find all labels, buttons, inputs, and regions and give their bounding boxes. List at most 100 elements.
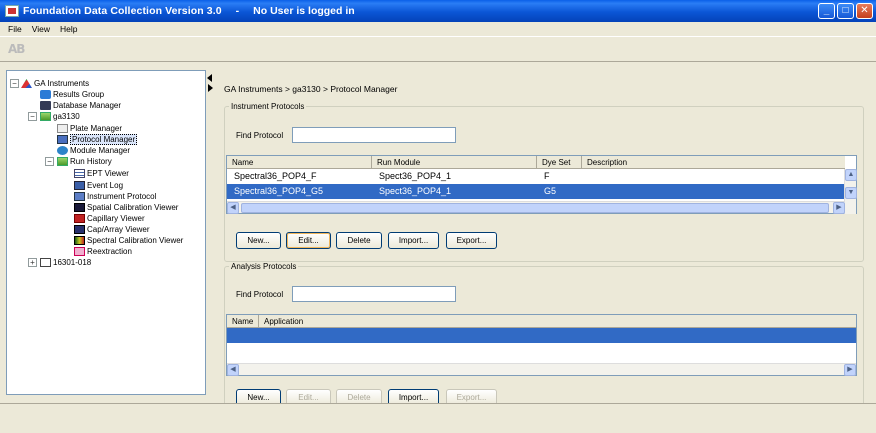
- horizontal-scrollbar[interactable]: ◀ ▶: [227, 363, 856, 376]
- minimize-icon[interactable]: _: [818, 3, 835, 19]
- tree-item-ga3130[interactable]: ga3130: [40, 111, 80, 122]
- status-bar: [0, 403, 876, 433]
- breadcrumb: GA Instruments > ga3130 > Protocol Manag…: [224, 84, 398, 94]
- tree-label: Capillary Viewer: [87, 214, 145, 223]
- tree-item-results-group[interactable]: Results Group: [40, 89, 104, 100]
- cap-array-viewer-icon: [74, 225, 85, 234]
- tree-item-reextraction[interactable]: Reextraction: [74, 246, 132, 257]
- analysis-protocols-table[interactable]: Name Application ◀ ▶: [226, 314, 857, 376]
- tree-label: Reextraction: [87, 247, 132, 256]
- tree-item-plate-manager[interactable]: Plate Manager: [57, 123, 122, 134]
- tree-item-spectral-calibration-viewer[interactable]: Spectral Calibration Viewer: [74, 235, 183, 246]
- table-row-selected[interactable]: [227, 328, 856, 343]
- scroll-down-icon[interactable]: ▼: [845, 187, 857, 199]
- analysis-find-protocol-input[interactable]: [292, 286, 456, 302]
- tree-item-spatial-calibration-viewer[interactable]: Spatial Calibration Viewer: [74, 202, 178, 213]
- column-application[interactable]: Application: [259, 315, 856, 327]
- expander-ga-instruments[interactable]: −: [10, 79, 19, 88]
- vertical-scrollbar[interactable]: ▲ ▼: [844, 169, 857, 214]
- cell-description: [582, 169, 845, 184]
- column-dye-set[interactable]: Dye Set: [537, 156, 582, 168]
- splitter[interactable]: [206, 66, 214, 399]
- cell-name: Spectral36_POP4_G5: [234, 186, 324, 196]
- scroll-up-icon[interactable]: ▲: [845, 169, 857, 181]
- cell-run-module: Spect36_POP4_1: [379, 171, 452, 181]
- column-description[interactable]: Description: [582, 156, 845, 168]
- instrument-find-protocol-input[interactable]: [292, 127, 456, 143]
- tree-label: Instrument Protocol: [87, 192, 157, 201]
- tree-item-event-log[interactable]: Event Log: [74, 180, 123, 191]
- column-name[interactable]: Name: [227, 315, 259, 327]
- navigation-tree[interactable]: − GA Instruments Results Group Database …: [6, 70, 206, 395]
- expander-plate-16301-018[interactable]: +: [28, 258, 37, 267]
- app-icon: [5, 5, 19, 17]
- tree-item-module-manager[interactable]: Module Manager: [57, 145, 130, 156]
- cell-name: Spectral36_POP4_F: [234, 171, 317, 181]
- cell-run-module: Spect36_POP4_1: [379, 186, 452, 196]
- tree-label: Run History: [70, 157, 112, 166]
- find-protocol-label: Find Protocol: [236, 290, 284, 299]
- instrument-delete-button[interactable]: Delete: [336, 232, 382, 249]
- column-run-module[interactable]: Run Module: [372, 156, 537, 168]
- protocol-manager-icon: [57, 135, 68, 144]
- tree-item-16301-018[interactable]: 16301-018: [40, 257, 91, 268]
- instrument-new-button[interactable]: New...: [236, 232, 281, 249]
- table-header: Name Application: [227, 315, 856, 328]
- instrument-import-button[interactable]: Import...: [388, 232, 439, 249]
- protocol-manager-panel: GA Instruments > ga3130 > Protocol Manag…: [214, 70, 870, 408]
- results-group-icon: [40, 90, 51, 99]
- analysis-protocols-legend: Analysis Protocols: [231, 262, 297, 271]
- instrument-edit-button[interactable]: Edit...: [286, 232, 331, 249]
- menu-file[interactable]: File: [0, 24, 27, 34]
- tree-label: Cap/Array Viewer: [87, 225, 150, 234]
- tree-label: Plate Manager: [70, 124, 123, 133]
- title-bar[interactable]: Foundation Data Collection Version 3.0 -…: [0, 0, 876, 22]
- cell-description: [582, 184, 845, 199]
- table-row[interactable]: Spectral36_POP4_F Spect36_POP4_1 F: [227, 169, 845, 184]
- tree-item-instrument-protocol[interactable]: Instrument Protocol: [74, 191, 156, 202]
- tree-item-ept-viewer[interactable]: EPT Viewer: [74, 168, 129, 179]
- tree-item-capillary-viewer[interactable]: Capillary Viewer: [74, 213, 145, 224]
- close-icon[interactable]: ✕: [856, 3, 873, 19]
- tree-item-run-history[interactable]: Run History: [57, 156, 112, 167]
- scroll-left-icon[interactable]: ◀: [227, 364, 239, 376]
- event-log-icon: [74, 181, 85, 190]
- tree-label: ga3130: [53, 112, 80, 121]
- instrument-protocol-icon: [74, 192, 85, 201]
- column-name[interactable]: Name: [227, 156, 372, 168]
- expand-right-icon[interactable]: [208, 84, 213, 92]
- scroll-right-icon[interactable]: ▶: [844, 364, 856, 376]
- tree-label: Module Manager: [70, 146, 131, 155]
- tree-item-ga-instruments[interactable]: GA Instruments: [21, 78, 89, 89]
- spatial-calibration-icon: [74, 203, 85, 212]
- title-separator: -: [235, 5, 240, 17]
- horizontal-scrollbar[interactable]: ◀ ▶: [227, 201, 845, 214]
- table-header: Name Run Module Dye Set Description: [227, 156, 845, 169]
- tree-label: Spectral Calibration Viewer: [87, 236, 184, 245]
- scrollbar-thumb[interactable]: [241, 203, 829, 213]
- table-row-selected[interactable]: Spectral36_POP4_G5 Spect36_POP4_1 G5: [227, 184, 845, 199]
- tree-item-cap-array-viewer[interactable]: Cap/Array Viewer: [74, 224, 150, 235]
- menu-view[interactable]: View: [27, 24, 55, 34]
- scroll-left-icon[interactable]: ◀: [227, 202, 239, 214]
- expander-ga3130[interactable]: −: [28, 112, 37, 121]
- reextraction-icon: [74, 247, 85, 256]
- instrument-icon: [40, 112, 51, 121]
- plate-icon: [40, 258, 51, 267]
- tree-label: Event Log: [87, 181, 124, 190]
- tree-item-protocol-manager[interactable]: Protocol Manager: [57, 134, 138, 145]
- ga-instruments-icon: [21, 79, 32, 88]
- tree-label: Results Group: [53, 90, 105, 99]
- maximize-icon[interactable]: □: [837, 3, 854, 19]
- cell-dye-set: G5: [544, 186, 557, 196]
- tree-item-database-manager[interactable]: Database Manager: [40, 100, 121, 111]
- cell-dye-set: F: [544, 171, 550, 181]
- scroll-right-icon[interactable]: ▶: [833, 202, 845, 214]
- instrument-export-button[interactable]: Export...: [446, 232, 497, 249]
- expander-run-history[interactable]: −: [45, 157, 54, 166]
- menu-help[interactable]: Help: [55, 24, 82, 34]
- collapse-left-icon[interactable]: [207, 74, 212, 82]
- capillary-viewer-icon: [74, 214, 85, 223]
- instrument-protocols-table[interactable]: Name Run Module Dye Set Description Spec…: [226, 155, 857, 214]
- database-icon: [40, 101, 51, 110]
